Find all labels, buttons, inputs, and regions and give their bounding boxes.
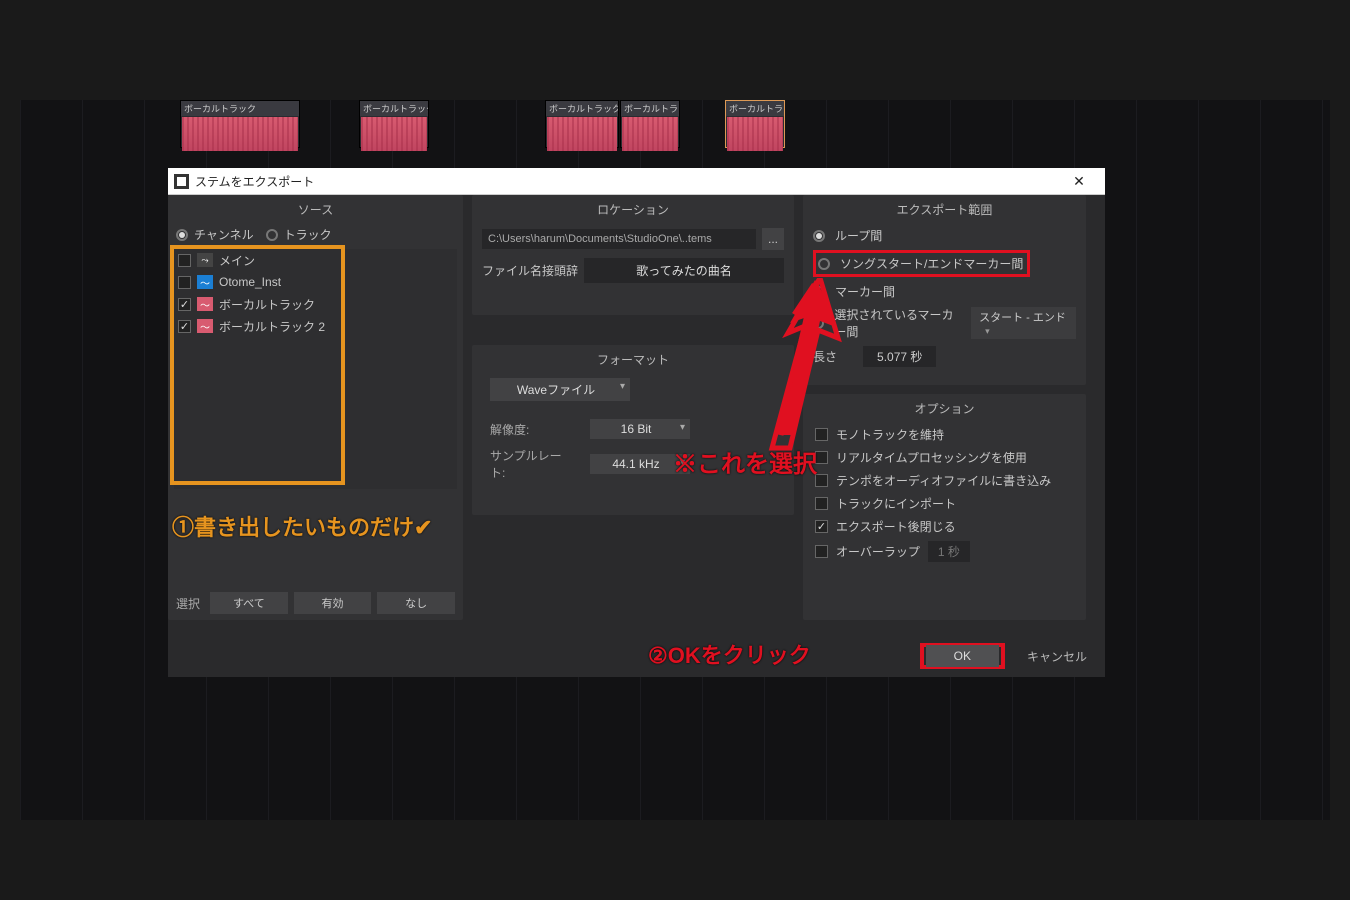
checkbox-close-after[interactable] (815, 520, 828, 533)
checkbox-import-label: トラックにインポート (836, 495, 956, 512)
filename-prefix-label: ファイル名接頭辞 (482, 262, 578, 279)
browse-button[interactable]: ... (762, 228, 784, 250)
select-label: 選択 (176, 595, 200, 612)
radio-selected-marker-label: 選択されているマーカー間 (834, 306, 965, 340)
overlap-value[interactable]: 1 秒 (928, 541, 970, 562)
audio-clip[interactable]: ボーカルトラック (545, 100, 619, 148)
track-name: メイン (219, 252, 255, 269)
track-name: ボーカルトラック 2 (219, 318, 325, 335)
samplerate-label: サンプルレート: (490, 447, 570, 481)
selection-buttons-row: 選択 すべて 有効 なし (176, 592, 455, 614)
selected-marker-dropdown[interactable]: スタート - エンド (971, 307, 1076, 339)
dialog-titlebar[interactable]: ステムをエクスポート ✕ (168, 168, 1105, 195)
radio-track-label: トラック (284, 226, 332, 243)
options-panel: オプション モノトラックを維持 リアルタイムプロセッシングを使用 テンポをオーデ… (803, 394, 1086, 620)
checkbox-import[interactable] (815, 497, 828, 510)
track-row[interactable]: 〜 Otome_Inst (174, 271, 457, 293)
cancel-button[interactable]: キャンセル (1019, 644, 1095, 669)
checkbox-overlap-label: オーバーラップ (836, 543, 920, 560)
wave-icon: 〜 (197, 297, 213, 311)
track-checkbox[interactable] (178, 276, 191, 289)
track-list: ⤳ メイン 〜 Otome_Inst 〜 ボーカルトラック 〜 ボーカルトラック… (174, 249, 457, 489)
checkbox-realtime[interactable] (815, 451, 828, 464)
resolution-label: 解像度: (490, 421, 570, 438)
annotation-highlight-box: OK (920, 643, 1005, 669)
format-header: フォーマット (472, 345, 794, 374)
checkbox-mono[interactable] (815, 428, 828, 441)
track-checkbox[interactable] (178, 320, 191, 333)
export-path-field[interactable]: C:\Users\harum\Documents\StudioOne\..tem… (482, 229, 756, 249)
source-panel: ソース チャンネル トラック ⤳ メイン 〜 Otome_Inst (168, 195, 463, 620)
select-all-button[interactable]: すべて (210, 592, 288, 614)
checkbox-realtime-label: リアルタイムプロセッシングを使用 (836, 449, 1027, 466)
annotation-highlight-box: ソングスタート/エンドマーカー間 (813, 250, 1030, 277)
track-checkbox[interactable] (178, 298, 191, 311)
close-button[interactable]: ✕ (1059, 169, 1099, 194)
audio-clip-selected[interactable]: ボーカルトラック (725, 100, 785, 148)
select-enabled-button[interactable]: 有効 (294, 592, 372, 614)
samplerate-dropdown[interactable]: 44.1 kHz (590, 454, 690, 474)
radio-marker[interactable] (813, 286, 825, 298)
track-name: Otome_Inst (219, 275, 281, 289)
radio-track[interactable] (266, 229, 278, 241)
audio-clip[interactable]: ボーカルトラック (359, 100, 429, 148)
audio-clip[interactable]: ボーカルトラック (180, 100, 300, 148)
filename-prefix-field[interactable]: 歌ってみたの曲名 (584, 258, 784, 283)
clips-row: ボーカルトラック ボーカルトラック ボーカルトラック ボーカルトラック ボーカル… (20, 100, 1330, 152)
length-label: 長さ (813, 348, 837, 365)
radio-song-marker-label: ソングスタート/エンドマーカー間 (840, 255, 1023, 272)
format-panel: フォーマット Waveファイル 解像度: 16 Bit サンプルレート: 44.… (472, 345, 794, 515)
checkbox-close-after-label: エクスポート後閉じる (836, 518, 956, 535)
radio-loop-label: ループ間 (835, 227, 882, 244)
radio-song-marker[interactable] (818, 258, 830, 270)
wave-icon: 〜 (197, 275, 213, 289)
location-header: ロケーション (472, 195, 794, 224)
filetype-dropdown[interactable]: Waveファイル (490, 378, 630, 401)
ok-button[interactable]: OK (926, 645, 999, 667)
source-header: ソース (168, 195, 463, 224)
track-row[interactable]: 〜 ボーカルトラック (174, 293, 457, 315)
radio-loop[interactable] (813, 230, 825, 242)
resolution-dropdown[interactable]: 16 Bit (590, 419, 690, 439)
dialog-body: ソース チャンネル トラック ⤳ メイン 〜 Otome_Inst (168, 195, 1105, 677)
radio-channel-label: チャンネル (194, 226, 254, 243)
range-header: エクスポート範囲 (803, 195, 1086, 224)
track-row[interactable]: 〜 ボーカルトラック 2 (174, 315, 457, 337)
dialog-title: ステムをエクスポート (195, 173, 314, 190)
dialog-button-row: OK キャンセル (920, 643, 1095, 669)
radio-channel[interactable] (176, 229, 188, 241)
wave-icon: 〜 (197, 319, 213, 333)
track-row[interactable]: ⤳ メイン (174, 249, 457, 271)
export-range-panel: エクスポート範囲 ループ間 ソングスタート/エンドマーカー間 マーカー間 選択さ… (803, 195, 1086, 385)
output-icon: ⤳ (197, 253, 213, 267)
radio-marker-label: マーカー間 (835, 283, 895, 300)
select-none-button[interactable]: なし (377, 592, 455, 614)
track-name: ボーカルトラック (219, 296, 315, 313)
radio-selected-marker[interactable] (813, 317, 824, 329)
checkbox-tempo[interactable] (815, 474, 828, 487)
location-panel: ロケーション C:\Users\harum\Documents\StudioOn… (472, 195, 794, 315)
checkbox-overlap[interactable] (815, 545, 828, 558)
track-checkbox[interactable] (178, 254, 191, 267)
options-header: オプション (803, 394, 1086, 423)
length-value: 5.077 秒 (863, 346, 936, 367)
export-stems-dialog: ステムをエクスポート ✕ ソース チャンネル トラック ⤳ メイン (168, 168, 1105, 677)
audio-clip[interactable]: ボーカルトラック (620, 100, 680, 148)
app-icon (174, 174, 189, 189)
checkbox-mono-label: モノトラックを維持 (836, 426, 944, 443)
checkbox-tempo-label: テンポをオーディオファイルに書き込み (836, 472, 1051, 489)
